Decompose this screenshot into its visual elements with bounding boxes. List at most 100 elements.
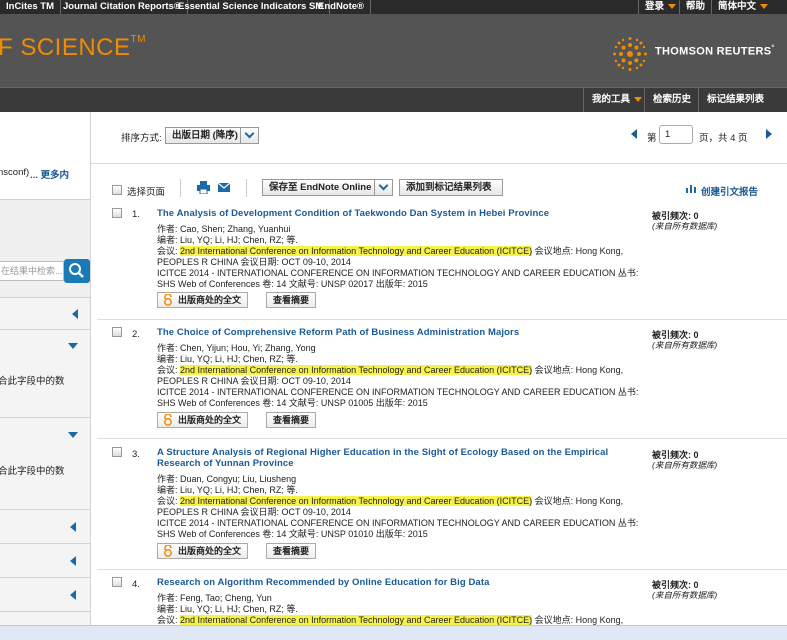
thomson-reuters-logo-icon <box>613 37 647 71</box>
conf-location: 会议地点: Hong Kong, <box>534 246 624 256</box>
chevron-left-icon <box>70 522 76 532</box>
record-checkbox[interactable] <box>112 447 122 457</box>
record-number: 4. <box>132 579 140 590</box>
facet-expanded-2[interactable]: 合此字段中的数 <box>0 418 90 510</box>
language-label: 简体中文 <box>718 1 757 12</box>
record-divider <box>97 319 787 320</box>
chevron-down-icon <box>374 180 392 195</box>
record-publication: SHS Web of Conferences 卷: 14 文献号: UNSP 0… <box>157 398 428 408</box>
my-tools-menu[interactable]: 我的工具 <box>583 88 650 112</box>
sort-select[interactable]: 出版日期 (降序) <box>165 127 259 144</box>
record-conference: 会议: 2nd International Conference on Info… <box>157 615 623 625</box>
record-authors: 作者: Cao, Shen; Zhang, Yuanhui <box>157 224 291 234</box>
record-number: 2. <box>132 329 140 340</box>
record-divider <box>97 569 787 570</box>
refine-sidebar: nsconf) ... 更多内 在结果中检索... 合此字段中的数 合此字段中的… <box>0 112 91 625</box>
my-tools-label: 我的工具 <box>592 94 631 105</box>
refine-search-input[interactable]: 在结果中检索... <box>0 261 64 281</box>
record-checkbox[interactable] <box>112 208 122 218</box>
refine-search-button[interactable] <box>64 259 90 283</box>
conf-name: 2nd International Conference on Informat… <box>180 246 533 256</box>
times-cited-source: (来自所有数据库) <box>652 340 718 350</box>
site-header: F SCIENCETM THOMSON REUTERS° <box>0 14 787 87</box>
record-conf-date: PEOPLES R CHINA 会议日期: OCT 09-10, 2014 <box>157 376 351 386</box>
record-editors: 编者: Liu, YQ; Li, HJ; Chen, RZ; 等. <box>157 604 298 614</box>
page-label: 第 <box>647 133 657 144</box>
record-title-link[interactable]: Research on Algorithm Recommended by Onl… <box>157 577 637 588</box>
result-record: 4. Research on Algorithm Recommended by … <box>91 577 787 625</box>
select-page-checkbox[interactable] <box>112 185 122 195</box>
endnote-link[interactable]: EndNote® <box>312 0 372 14</box>
conf-prefix: 会议: <box>157 615 178 625</box>
facet-collapsed-3[interactable] <box>0 544 90 578</box>
record-number: 3. <box>132 449 140 460</box>
full-text-button[interactable]: 出版商处的全文 <box>157 292 249 308</box>
facet-collapsed-4[interactable] <box>0 578 90 612</box>
record-title-link[interactable]: The Choice of Comprehensive Reform Path … <box>157 327 637 338</box>
chevron-down-icon <box>68 343 78 349</box>
conf-location: 会议地点: Hong Kong, <box>534 615 624 625</box>
record-series: ICITCE 2014 - INTERNATIONAL CONFERENCE O… <box>157 387 639 397</box>
save-to-endnote-select[interactable]: 保存至 EndNote Online <box>262 179 393 196</box>
thomson-reuters-brand: THOMSON REUTERS° <box>655 45 774 58</box>
record-checkbox[interactable] <box>112 577 122 587</box>
web-of-science-logo[interactable]: F SCIENCETM <box>0 34 146 62</box>
full-text-button[interactable]: 出版商处的全文 <box>157 412 249 428</box>
next-page-icon[interactable] <box>766 129 772 139</box>
view-abstract-button[interactable]: 查看摘要 <box>266 292 317 308</box>
login-menu[interactable]: 登录 <box>638 0 682 14</box>
view-abstract-button[interactable]: 查看摘要 <box>266 543 317 559</box>
chevron-left-icon <box>72 309 78 319</box>
facet-collapsed-2[interactable] <box>0 510 90 544</box>
select-page-label: 选择页面 <box>127 187 166 198</box>
conf-prefix: 会议: <box>157 496 178 506</box>
create-citation-report-link[interactable]: 创建引文报告 <box>701 184 758 198</box>
times-cited-source: (来自所有数据库) <box>652 590 718 600</box>
record-editors: 编者: Liu, YQ; Li, HJ; Chen, RZ; 等. <box>157 235 298 245</box>
logo-tm: TM <box>130 34 146 45</box>
conf-name: 2nd International Conference on Informat… <box>180 615 533 625</box>
record-series: ICITCE 2014 - INTERNATIONAL CONFERENCE O… <box>157 518 639 528</box>
record-conf-date: PEOPLES R CHINA 会议日期: OCT 09-10, 2014 <box>157 257 351 267</box>
record-title-link[interactable]: A Structure Analysis of Regional Higher … <box>157 447 637 469</box>
view-abstract-button[interactable]: 查看摘要 <box>266 412 317 428</box>
record-checkbox[interactable] <box>112 327 122 337</box>
save-to-label: 保存至 EndNote Online <box>269 182 372 193</box>
prev-page-icon[interactable] <box>631 129 637 139</box>
result-record: 3. A Structure Analysis of Regional High… <box>91 447 787 569</box>
record-conference: 会议: 2nd International Conference on Info… <box>157 246 623 257</box>
record-series: ICITCE 2014 - INTERNATIONAL CONFERENCE O… <box>157 268 639 278</box>
help-link[interactable]: 帮助 <box>679 0 711 14</box>
email-icon[interactable] <box>218 183 230 192</box>
full-text-label: 出版商处的全文 <box>178 295 242 305</box>
facet-expanded-1[interactable]: 合此字段中的数 <box>0 330 90 418</box>
facet-hint-text: 合此字段中的数 <box>0 376 65 387</box>
full-text-button[interactable]: 出版商处的全文 <box>157 543 249 559</box>
record-title-link[interactable]: The Analysis of Development Condition of… <box>157 208 637 219</box>
more-content-link[interactable]: ... 更多内 <box>30 167 69 181</box>
search-history-link[interactable]: 检索历史 <box>644 88 699 112</box>
incites-link[interactable]: InCites TM <box>0 0 62 14</box>
browser-status-bar <box>0 625 787 640</box>
page-number-input[interactable]: 1 <box>659 125 693 144</box>
esi-link[interactable]: Essential Science Indicators SM <box>172 0 331 14</box>
record-publication: SHS Web of Conferences 卷: 14 文献号: UNSP 0… <box>157 529 428 539</box>
facet-collapsed-1[interactable] <box>0 298 90 330</box>
language-menu[interactable]: 简体中文 <box>711 0 774 14</box>
record-number: 1. <box>132 209 140 220</box>
brand-tm: ° <box>771 45 775 52</box>
add-to-marked-list-button[interactable]: 添加到标记结果列表 <box>399 179 503 196</box>
login-label: 登录 <box>645 1 665 12</box>
brand-text: THOMSON REUTERS <box>655 45 772 58</box>
times-cited-source: (来自所有数据库) <box>652 460 718 470</box>
jcr-link[interactable]: Journal Citation Reports® <box>57 0 188 14</box>
sort-selected-value: 出版日期 (降序) <box>172 130 238 141</box>
bar-chart-icon <box>686 185 696 193</box>
record-editors: 编者: Liu, YQ; Li, HJ; Chen, RZ; 等. <box>157 485 298 495</box>
marked-list-link[interactable]: 标记结果列表 <box>698 88 772 112</box>
print-icon[interactable] <box>197 181 210 194</box>
record-authors: 作者: Chen, Yijun; Hou, Yi; Zhang, Yong <box>157 343 316 353</box>
conf-prefix: 会议: <box>157 365 178 375</box>
chevron-down-icon <box>634 96 643 102</box>
open-access-lock-icon <box>164 414 172 426</box>
